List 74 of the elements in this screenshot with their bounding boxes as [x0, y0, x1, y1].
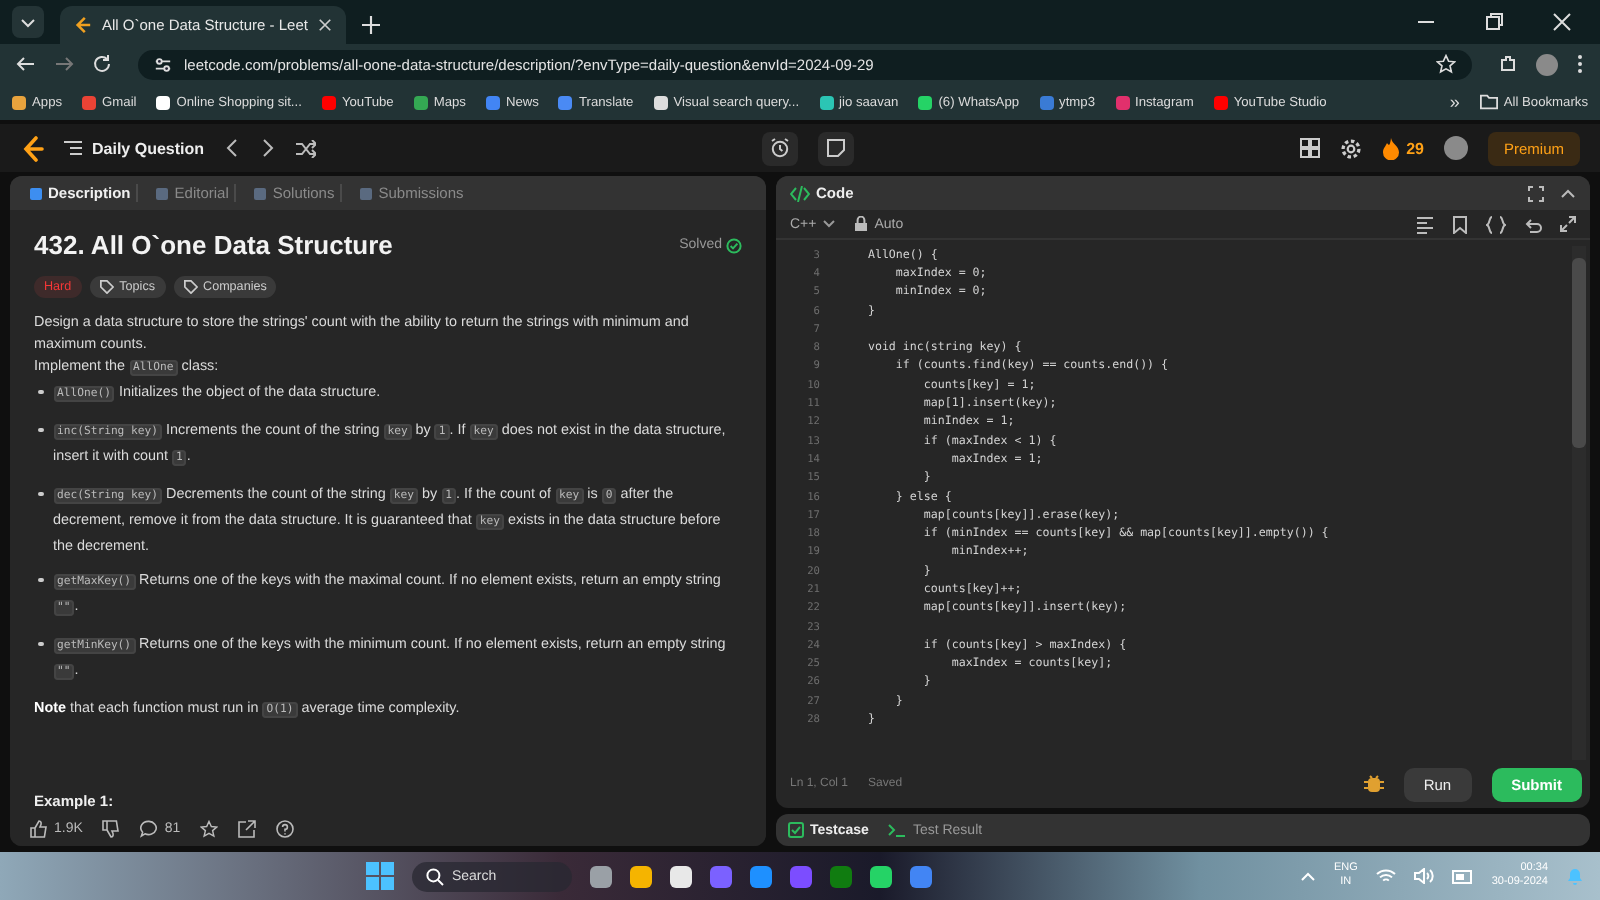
site-info-icon[interactable]: [154, 55, 172, 73]
tag-icon: [99, 280, 114, 294]
chevron-down-icon: [20, 14, 36, 30]
chevron-left-icon[interactable]: [224, 138, 241, 158]
chevron-up-icon[interactable]: [1560, 185, 1576, 201]
more-bookmarks-button[interactable]: »: [1449, 92, 1460, 112]
braces-icon[interactable]: [1486, 215, 1506, 233]
timer-button[interactable]: [762, 131, 799, 165]
layout-icon[interactable]: [1300, 138, 1321, 158]
chevron-down-icon: [822, 218, 837, 230]
help-icon[interactable]: [276, 820, 295, 838]
folder-icon: [1479, 94, 1498, 110]
new-tab-icon[interactable]: [361, 16, 380, 34]
comment-icon: [140, 820, 159, 838]
tab-icon: [156, 187, 169, 199]
forward-icon[interactable]: [54, 54, 74, 74]
list-icon: [64, 140, 82, 156]
problem-list-button[interactable]: Daily Question: [64, 139, 205, 157]
lock-icon: [854, 216, 869, 232]
close-icon[interactable]: [317, 18, 332, 32]
logo-icon[interactable]: [20, 135, 44, 161]
favicon-icon: [74, 16, 92, 34]
star-icon[interactable]: [1436, 54, 1456, 74]
expand-icon[interactable]: [1560, 216, 1576, 232]
problem-title: 432. All O`one Data Structure: [34, 230, 395, 260]
bullet-dot: [38, 389, 43, 394]
app-icon[interactable]: [669, 865, 692, 887]
undo-icon[interactable]: [1524, 215, 1542, 233]
reload-icon[interactable]: [92, 54, 112, 74]
tab-search-button[interactable]: [12, 6, 44, 38]
app-icon[interactable]: [749, 865, 772, 887]
star-icon[interactable]: [200, 820, 219, 838]
checkbox-icon: [788, 822, 804, 838]
fullscreen-icon[interactable]: [1528, 185, 1544, 201]
scrollbar[interactable]: [1572, 246, 1586, 760]
format-icon[interactable]: [1416, 215, 1434, 233]
debug-icon[interactable]: [1363, 774, 1384, 794]
wifi-icon[interactable]: [1375, 868, 1396, 884]
code-icon: [790, 185, 810, 201]
bullet-dot: [38, 491, 43, 496]
thumbs-up-icon: [30, 820, 48, 838]
chevron-right-icon[interactable]: [260, 138, 277, 158]
bookmark-icon[interactable]: [1452, 215, 1468, 233]
streak-counter[interactable]: 29: [1382, 137, 1424, 159]
tag-icon: [183, 280, 198, 294]
shuffle-icon[interactable]: [296, 139, 317, 157]
tab-icon: [30, 187, 42, 199]
bullet-dot: [38, 641, 43, 646]
profile-avatar[interactable]: [1536, 53, 1558, 75]
terminal-icon: [888, 822, 907, 838]
back-icon[interactable]: [16, 54, 36, 74]
search-icon: [425, 867, 444, 885]
bullet-dot: [38, 577, 43, 582]
note-icon: [826, 138, 847, 158]
extensions-icon[interactable]: [1498, 54, 1518, 74]
start-icon[interactable]: [365, 862, 394, 890]
restore-icon[interactable]: [1484, 12, 1504, 32]
check-circle-icon: [726, 237, 742, 253]
alarm-clock-icon: [770, 138, 791, 158]
chevron-up-icon[interactable]: [1299, 870, 1316, 882]
settings-icon[interactable]: [1340, 137, 1363, 159]
app-icon[interactable]: [869, 865, 892, 887]
notes-button[interactable]: [818, 131, 855, 165]
tab-icon: [360, 187, 373, 199]
app-icon[interactable]: [629, 865, 652, 887]
app-icon[interactable]: [589, 865, 612, 887]
menu-icon[interactable]: [1576, 54, 1584, 74]
flame-icon: [1382, 137, 1401, 159]
close-icon[interactable]: [1552, 12, 1572, 32]
share-icon[interactable]: [238, 820, 257, 838]
user-avatar[interactable]: [1443, 136, 1468, 160]
thumbs-down-icon[interactable]: [102, 820, 121, 838]
bullet-dot: [38, 427, 43, 432]
tab-icon: [254, 187, 267, 199]
